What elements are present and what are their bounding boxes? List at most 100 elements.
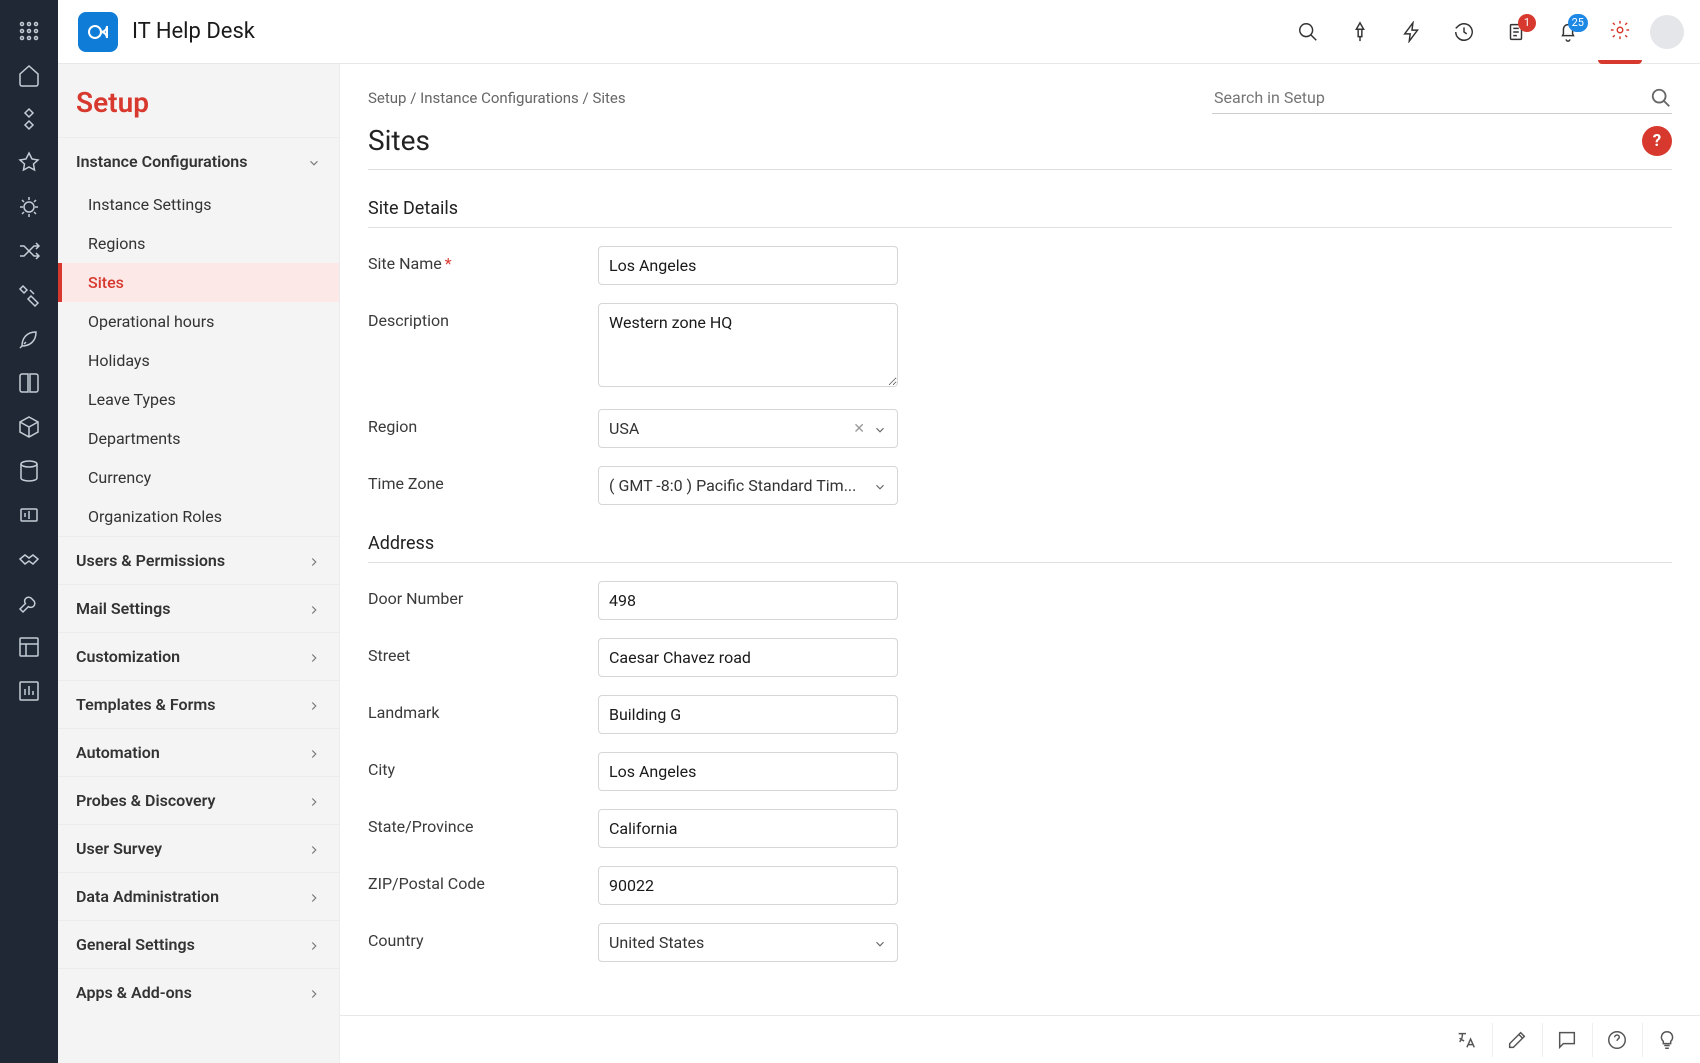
chevron-right-icon	[307, 986, 321, 1000]
module-icon[interactable]	[16, 106, 42, 132]
chevron-down-icon	[873, 936, 887, 950]
sidebar-section-data-administration[interactable]: Data Administration	[58, 872, 339, 920]
sidebar-item-instance-settings[interactable]: Instance Settings	[58, 185, 339, 224]
sidebar-section-users-permissions[interactable]: Users & Permissions	[58, 536, 339, 584]
breadcrumb-instance-configurations[interactable]: Instance Configurations	[420, 89, 579, 107]
sidebar-item-sites[interactable]: Sites	[58, 263, 339, 302]
input-city[interactable]	[598, 752, 898, 791]
label-zip: ZIP/Postal Code	[368, 866, 598, 893]
app-logo	[78, 12, 118, 52]
label-country: Country	[368, 923, 598, 950]
select-region-value: USA	[609, 419, 853, 438]
label-site-name: Site Name*	[368, 246, 598, 273]
clear-region-icon[interactable]: ✕	[853, 421, 865, 437]
sidebar-section-customization[interactable]: Customization	[58, 632, 339, 680]
sidebar-section-mail-settings[interactable]: Mail Settings	[58, 584, 339, 632]
input-description[interactable]: Western zone HQ	[598, 303, 898, 387]
left-rail	[0, 0, 58, 1063]
sidebar-section-templates-forms[interactable]: Templates & Forms	[58, 680, 339, 728]
chevron-right-icon	[307, 602, 321, 616]
lightbulb-icon[interactable]	[1642, 1023, 1690, 1057]
pin-action-icon[interactable]	[1338, 10, 1382, 54]
sidebar-section-probes-discovery[interactable]: Probes & Discovery	[58, 776, 339, 824]
sidebar-title: Setup	[58, 64, 339, 137]
translate-icon[interactable]	[1442, 1023, 1490, 1057]
currency-icon[interactable]	[16, 502, 42, 528]
chevron-right-icon	[307, 842, 321, 856]
label-door-number: Door Number	[368, 581, 598, 608]
wrench-icon[interactable]	[16, 590, 42, 616]
sidebar-item-departments[interactable]: Departments	[58, 419, 339, 458]
sidebar-item-holidays[interactable]: Holidays	[58, 341, 339, 380]
search-icon	[1650, 87, 1672, 109]
app-title: IT Help Desk	[132, 19, 255, 44]
sidebar-section-instance-configurations[interactable]: Instance Configurations	[58, 137, 339, 185]
book-icon[interactable]	[16, 370, 42, 396]
select-country[interactable]: United States	[598, 923, 898, 962]
setup-sidebar: Setup Instance Configurations Instance S…	[58, 64, 340, 1063]
pin-icon[interactable]	[16, 150, 42, 176]
input-zip[interactable]	[598, 866, 898, 905]
search-setup-input[interactable]	[1212, 82, 1650, 113]
sidebar-item-currency[interactable]: Currency	[58, 458, 339, 497]
breadcrumb: Setup / Instance Configurations / Sites	[368, 82, 1672, 114]
tools-icon[interactable]	[16, 282, 42, 308]
chevron-right-icon	[307, 794, 321, 808]
input-state[interactable]	[598, 809, 898, 848]
topbar: IT Help Desk 1 25	[58, 0, 1700, 64]
layout-icon[interactable]	[16, 634, 42, 660]
input-landmark[interactable]	[598, 695, 898, 734]
select-time-zone[interactable]: ( GMT -8:0 ) Pacific Standard Tim...	[598, 466, 898, 505]
apps-icon[interactable]	[16, 18, 42, 44]
breadcrumb-setup[interactable]: Setup	[368, 89, 406, 107]
sidebar-item-operational-hours[interactable]: Operational hours	[58, 302, 339, 341]
sidebar-section-label: Instance Configurations	[76, 152, 247, 171]
search-icon[interactable]	[1286, 10, 1330, 54]
label-city: City	[368, 752, 598, 779]
label-description: Description	[368, 303, 598, 330]
database-icon[interactable]	[16, 458, 42, 484]
bottom-toolbar	[340, 1015, 1700, 1063]
label-region: Region	[368, 409, 598, 436]
sidebar-item-regions[interactable]: Regions	[58, 224, 339, 263]
help-button[interactable]: ?	[1642, 126, 1672, 156]
badge-notifications: 25	[1568, 14, 1588, 32]
search-setup[interactable]	[1212, 82, 1672, 114]
bolt-icon[interactable]	[1390, 10, 1434, 54]
chevron-right-icon	[307, 554, 321, 568]
sidebar-section-user-survey[interactable]: User Survey	[58, 824, 339, 872]
sidebar-section-automation[interactable]: Automation	[58, 728, 339, 776]
section-site-details: Site Details	[368, 198, 1672, 228]
select-country-value: United States	[609, 933, 873, 952]
sidebar-item-leave-types[interactable]: Leave Types	[58, 380, 339, 419]
home-icon[interactable]	[16, 62, 42, 88]
bug-icon[interactable]	[16, 194, 42, 220]
edit-icon[interactable]	[1492, 1023, 1540, 1057]
sidebar-item-organization-roles[interactable]: Organization Roles	[58, 497, 339, 536]
rocket-icon[interactable]	[16, 326, 42, 352]
label-time-zone: Time Zone	[368, 466, 598, 493]
help-icon[interactable]	[1592, 1023, 1640, 1057]
select-region[interactable]: USA ✕	[598, 409, 898, 448]
input-street[interactable]	[598, 638, 898, 677]
sidebar-section-apps-addons[interactable]: Apps & Add-ons	[58, 968, 339, 1016]
bell-icon[interactable]: 25	[1546, 10, 1590, 54]
page-title: Sites	[368, 124, 1642, 157]
shuffle-icon[interactable]	[16, 238, 42, 264]
input-site-name[interactable]	[598, 246, 898, 285]
cube-icon[interactable]	[16, 414, 42, 440]
chat-icon[interactable]	[1542, 1023, 1590, 1057]
sidebar-section-general-settings[interactable]: General Settings	[58, 920, 339, 968]
chevron-right-icon	[307, 746, 321, 760]
chevron-down-icon	[873, 422, 887, 436]
clipboard-icon[interactable]: 1	[1494, 10, 1538, 54]
settings-gear-icon[interactable]	[1598, 0, 1642, 64]
label-landmark: Landmark	[368, 695, 598, 722]
input-door-number[interactable]	[598, 581, 898, 620]
chart-icon[interactable]	[16, 678, 42, 704]
badge-clipboard: 1	[1518, 14, 1536, 32]
handshake-icon[interactable]	[16, 546, 42, 572]
avatar[interactable]	[1650, 15, 1684, 49]
history-icon[interactable]	[1442, 10, 1486, 54]
chevron-right-icon	[307, 890, 321, 904]
